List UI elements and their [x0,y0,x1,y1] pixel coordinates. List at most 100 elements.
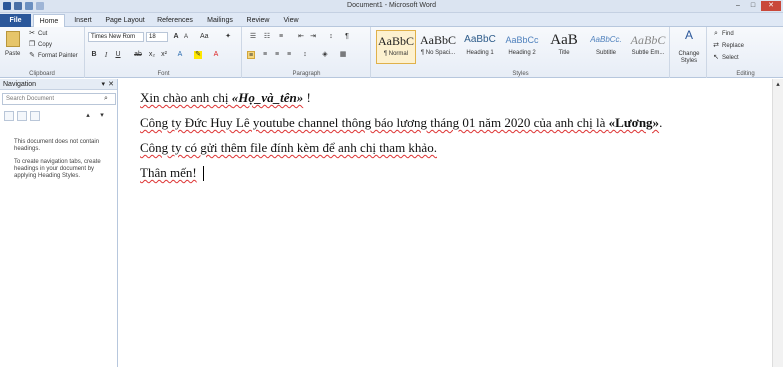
borders-icon[interactable]: ▦ [339,51,347,59]
style-heading-1[interactable]: AaBbC Heading 1 [460,30,500,64]
paragraph-greeting[interactable]: Xin chào anh chị «Họ_và_tên» ! [140,90,311,106]
strikethrough-icon[interactable]: ab [134,51,142,59]
clipboard-group: Paste ✂ Cut ❐ Copy ✎ Format Painter Clip… [0,27,85,78]
browse-pages-icon[interactable] [17,111,27,121]
browse-results-icon[interactable] [30,111,40,121]
maximize-button[interactable]: □ [746,1,760,11]
navigation-title: Navigation [3,81,37,88]
scroll-up-icon[interactable]: ▴ [774,81,782,89]
select-icon[interactable]: ↖ [712,54,720,62]
multilevel-list-icon[interactable]: ≡ [277,33,285,41]
copy-button[interactable]: Copy [38,42,52,48]
font-color-icon[interactable]: A [212,51,220,59]
decrease-indent-icon[interactable]: ⇤ [297,33,305,41]
replace-button[interactable]: Replace [722,43,744,49]
highlight-icon[interactable]: ✎ [194,51,202,59]
font-name-select[interactable]: Times New Rom [88,32,144,42]
align-center-icon[interactable]: ≡ [261,51,269,59]
navigation-header: Navigation ▾ ✕ [0,79,117,90]
next-arrow-icon[interactable]: ▾ [98,112,106,120]
search-document-input[interactable]: Search Document [2,93,116,105]
window-title: Document1 - Microsoft Word [347,2,436,9]
change-styles-group: A Change Styles [671,27,707,78]
grow-font-icon[interactable]: A [172,33,180,41]
increase-indent-icon[interactable]: ⇥ [309,33,317,41]
document-area: Xin chào anh chị «Họ_và_tên» ! Công ty Đ… [119,79,783,367]
numbering-icon[interactable]: ☷ [263,33,271,41]
style-title[interactable]: AaB Title [544,30,584,64]
italic-icon[interactable]: I [102,51,110,59]
select-button[interactable]: Select [722,55,739,61]
paste-icon[interactable] [6,31,20,47]
style-subtle-emphasis[interactable]: AaBbC Subtle Em... [628,30,668,64]
cut-icon[interactable]: ✂ [28,30,36,38]
find-button[interactable]: Find [722,31,734,37]
browse-headings-icon[interactable] [4,111,14,121]
superscript-icon[interactable]: x² [160,51,168,59]
underline-icon[interactable]: U [114,51,122,59]
tab-review[interactable]: Review [242,14,274,27]
style-heading-2[interactable]: AaBbCc Heading 2 [502,30,542,64]
paragraph-attachment[interactable]: Công ty có gửi thêm file đính kèm để anh… [140,140,437,156]
show-formatting-icon[interactable]: ¶ [343,33,351,41]
paragraph-label: Paragraph [292,71,321,77]
find-icon[interactable]: ⌕ [712,30,720,38]
navigation-pane: Navigation ▾ ✕ Search Document ⌕ ▴ ▾ Thi… [0,79,118,367]
window-controls: – □ ✕ [731,1,781,11]
subscript-icon[interactable]: x₂ [148,51,156,59]
close-button[interactable]: ✕ [761,1,781,11]
paragraph-salary[interactable]: Công ty Đức Huy Lê youtube channel thông… [140,115,662,131]
style-normal[interactable]: AaBbC ¶ Normal [376,30,416,64]
style-subtitle[interactable]: AaBbCc. Subtitle [586,30,626,64]
styles-label: Styles [512,71,529,77]
line-spacing-icon[interactable]: ↕ [301,51,309,59]
sort-icon[interactable]: ↕ [327,33,335,41]
tab-mailings[interactable]: Mailings [201,14,239,27]
style-no-spacing[interactable]: AaBbC ¶ No Spaci... [418,30,458,64]
search-icon[interactable]: ⌕ [102,95,110,103]
font-size-select[interactable]: 18 [146,32,168,42]
format-painter-button[interactable]: Format Painter [38,53,78,59]
bullets-icon[interactable]: ☰ [249,33,257,41]
merge-field-name: «Họ_và_tên» [231,90,304,105]
paragraph-closing[interactable]: Thân mến! [140,165,197,181]
vertical-scrollbar[interactable]: ▴ [772,79,783,367]
copy-icon[interactable]: ❐ [28,41,36,49]
ribbon: Paste ✂ Cut ❐ Copy ✎ Format Painter Clip… [0,27,783,78]
cut-button[interactable]: Cut [38,31,47,37]
editing-label: Editing [736,71,755,77]
paste-button[interactable]: Paste [5,51,20,57]
change-styles-button[interactable]: Change Styles [674,51,704,65]
align-right-icon[interactable]: ≡ [273,51,281,59]
change-styles-icon[interactable]: A [683,29,695,45]
minimize-button[interactable]: – [731,1,745,11]
replace-icon[interactable]: ⇄ [712,42,720,50]
font-label: Font [157,71,170,77]
tab-home[interactable]: Home [33,14,65,27]
tab-page-layout[interactable]: Page Layout [101,14,149,27]
bold-icon[interactable]: B [90,51,98,59]
text-effects-icon[interactable]: A [176,51,184,59]
text-cursor [203,166,204,181]
change-case-icon[interactable]: Aa [200,33,209,41]
ribbon-tabs: File Home Insert Page Layout References … [0,13,783,27]
merge-field-salary: «Lương» [608,115,660,130]
paragraph-group: ☰ ☷ ≡ ⇤ ⇥ ↕ ¶ ≡ ≡ ≡ ≡ ↕ ◈ ▦ Paragraph [243,27,371,78]
pane-options-icon[interactable]: ▾ [101,79,105,90]
shading-icon[interactable]: ◈ [321,51,329,59]
shrink-font-icon[interactable]: A [182,33,190,41]
clear-formatting-icon[interactable]: ✦ [224,33,232,41]
editing-group: ⌕ Find ⇄ Replace ↖ Select Editing [708,27,783,78]
previous-arrow-icon[interactable]: ▴ [84,112,92,120]
align-left-icon[interactable]: ≡ [247,51,255,59]
tab-file[interactable]: File [0,14,31,27]
format-painter-icon[interactable]: ✎ [28,52,36,60]
close-pane-icon[interactable]: ✕ [108,79,114,90]
tab-references[interactable]: References [152,14,198,27]
tab-insert[interactable]: Insert [68,14,98,27]
document-page[interactable]: Xin chào anh chị «Họ_và_tên» ! Công ty Đ… [119,79,772,367]
tab-view[interactable]: View [277,14,305,27]
title-bar: Document1 - Microsoft Word – □ ✕ [0,0,783,13]
navigation-message: This document does not contain headings.… [14,139,101,179]
justify-icon[interactable]: ≡ [285,51,293,59]
